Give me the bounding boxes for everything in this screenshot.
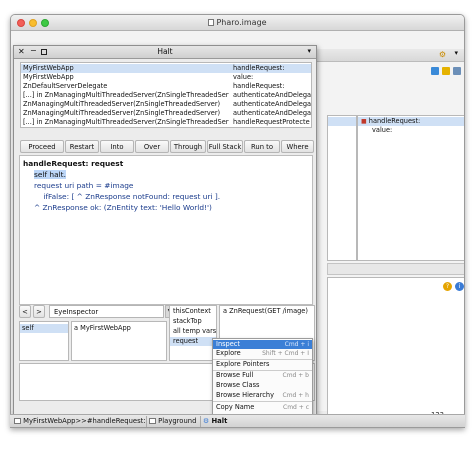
menu-item-inspect[interactable]: Inspect Cmd + i: [213, 340, 312, 349]
context-field[interactable]: all temp vars: [170, 327, 216, 336]
taskbar-item-playground[interactable]: Playground: [146, 416, 198, 427]
restart-button[interactable]: Restart: [65, 140, 99, 153]
where-is-button[interactable]: Where is?: [281, 140, 314, 163]
method-header: handleRequest: request: [23, 159, 124, 168]
stack-receiver: [...] in ZnManagingMultiThreadedServer(Z…: [23, 118, 229, 126]
stack-row[interactable]: ZnDefaultServerDelegate handleRequest:: [21, 82, 311, 91]
back-icon[interactable]: <: [19, 305, 31, 318]
context-menu: Inspect Cmd + i Explore Shift + Cmd + I Ex…: [212, 338, 313, 417]
stack-row[interactable]: MyFirstWebApp value:: [21, 73, 311, 82]
full-stack-button[interactable]: Full Stack: [207, 140, 243, 153]
context-value: a ZnRequest(GET /image): [223, 307, 308, 315]
stack-receiver: ZnDefaultServerDelegate: [23, 82, 108, 90]
receiver-value-pane: a MyFirstWebApp: [71, 321, 167, 361]
stack-method: value:: [233, 73, 254, 81]
over-button[interactable]: Over: [135, 140, 169, 153]
debugger-toolbar: Proceed Restart Into Over Through Full S…: [20, 140, 314, 163]
menu-item-browse-full[interactable]: Browse Full Cmd + b: [213, 371, 312, 380]
browser-left-pane: [327, 115, 357, 261]
stack-row[interactable]: MyFirstWebApp handleRequest:: [21, 64, 311, 73]
browser-lower-pane: ? i: [327, 277, 464, 427]
document-icon: [208, 19, 215, 26]
info-icon[interactable]: i: [455, 282, 464, 291]
playground-dropdown-icon[interactable]: ▾: [454, 49, 458, 57]
window-title: Pharo.image: [11, 18, 464, 27]
menu-item-browse-class[interactable]: Browse Class: [213, 381, 312, 390]
menu-divider: [213, 401, 312, 402]
browser-window-icon: [14, 418, 21, 424]
code-editor[interactable]: handleRequest: request self halt. reques…: [19, 155, 313, 305]
context-field[interactable]: thisContext: [170, 307, 216, 316]
inspector-toolbar: < > EyeInspector ▼: [19, 305, 175, 319]
browser-method-item[interactable]: ■ handleRequest:: [358, 117, 464, 126]
through-button[interactable]: Through: [170, 140, 206, 153]
playground-menu-icon[interactable]: ⚙: [439, 50, 446, 59]
inspect-icon[interactable]: [442, 67, 450, 75]
into-button[interactable]: Into: [100, 140, 134, 153]
receiver-value: a MyFirstWebApp: [74, 324, 131, 332]
code-line: ifFalse: [ ^ ZnResponse notFound: reques…: [34, 192, 221, 201]
stack-list: MyFirstWebApp handleRequest: MyFirstWebApp…: [20, 62, 312, 128]
stack-method: handleRequest:: [233, 82, 285, 90]
stack-row[interactable]: [...] in ZnManagingMultiThreadedServer(Z…: [21, 91, 311, 100]
context-fields-pane: thisContext stackTop all temp vars reque…: [169, 305, 217, 361]
stack-method: authenticateAndDelegat: [233, 109, 311, 117]
context-field-request[interactable]: request: [170, 337, 216, 346]
stack-receiver: MyFirstWebApp: [23, 73, 74, 81]
stack-method: authenticateAndDelegat: [233, 100, 311, 108]
breakpoint-icon: ■: [361, 118, 367, 125]
help-icon[interactable]: ?: [443, 282, 452, 291]
code-line: self halt.: [34, 170, 66, 179]
stack-receiver: ZnManagingMultiThreadedServer(ZnSingleTh…: [23, 100, 221, 108]
pharo-window: Pharo.image Playground ⚙ ▾ ■ handleReque…: [10, 14, 465, 428]
receiver-field-self[interactable]: self: [20, 324, 68, 333]
code-line: request uri path = #image: [34, 181, 134, 190]
browser-lower-header: [327, 263, 464, 275]
playground-toolbar: [431, 67, 464, 79]
stack-receiver: MyFirstWebApp: [23, 64, 74, 72]
receiver-fields-pane: self: [19, 321, 69, 361]
forward-icon[interactable]: >: [33, 305, 45, 318]
stack-row[interactable]: ZnManagingMultiThreadedServer(ZnSingleTh…: [21, 100, 311, 109]
stack-row[interactable]: [...] in ZnManagingMultiThreadedServer(Z…: [21, 118, 311, 127]
menu-item-explore[interactable]: Explore Shift + Cmd + I: [213, 349, 312, 358]
debugger-titlebar[interactable]: ✕ − Halt ▾: [14, 46, 316, 59]
stack-receiver: ZnManagingMultiThreadedServer(ZnSingleTh…: [23, 109, 221, 117]
debugger-title: Halt: [157, 47, 173, 56]
run-icon[interactable]: [431, 67, 439, 75]
inspector-select[interactable]: EyeInspector: [49, 305, 164, 318]
taskbar: MyFirstWebApp>>#handleRequest: Playgroun…: [10, 414, 465, 427]
window-titlebar[interactable]: Pharo.image: [11, 15, 464, 31]
browser-left-selected-row[interactable]: [328, 117, 356, 126]
stack-method: handleRequest:: [233, 64, 285, 72]
window-title-text: Pharo.image: [216, 18, 267, 27]
stack-row[interactable]: ZnManagingMultiThreadedServer(ZnSingleTh…: [21, 109, 311, 118]
browser-methods-pane: ■ handleRequest: value:: [357, 115, 464, 261]
playground-window-icon: [149, 418, 156, 424]
stack-method: handleRequestProtecte: [233, 118, 310, 126]
context-field[interactable]: stackTop: [170, 317, 216, 326]
menu-item-explore-pointers[interactable]: Explore Pointers: [213, 360, 312, 369]
stack-method: authenticateAndDelegat: [233, 91, 311, 99]
code-line: ^ ZnResponse ok: (ZnEntity text: 'Hello …: [34, 203, 212, 212]
proceed-button[interactable]: Proceed: [20, 140, 64, 153]
run-to-here-button[interactable]: Run to here: [244, 140, 280, 163]
taskbar-item-halt[interactable]: ⚙ Halt: [200, 416, 229, 427]
menu-item-browse-hierarchy[interactable]: Browse Hierarchy Cmd + h: [213, 391, 312, 400]
window-icon[interactable]: [453, 67, 461, 75]
debugger-menu-icon[interactable]: ▾: [307, 47, 311, 55]
debugger-window-icon: ⚙: [203, 417, 210, 425]
browser-item[interactable]: value:: [358, 126, 464, 135]
menu-item-copy-name[interactable]: Copy Name Cmd + c: [213, 403, 312, 412]
taskbar-item-method[interactable]: MyFirstWebApp>>#handleRequest:: [12, 416, 148, 427]
stack-receiver: [...] in ZnManagingMultiThreadedServer(Z…: [23, 91, 229, 99]
